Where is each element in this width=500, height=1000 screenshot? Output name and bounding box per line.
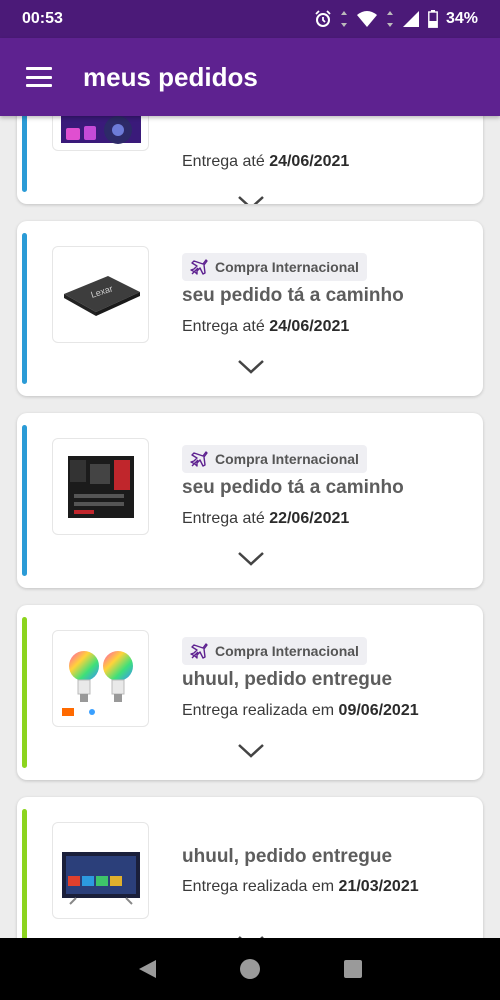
- international-badge: Compra Internacional: [182, 253, 367, 281]
- delivery-date-text: Entrega até 22/06/2021: [182, 510, 350, 527]
- status-bar-indicator: [22, 116, 27, 192]
- delivery-date-text: Entrega até 24/06/2021: [182, 153, 350, 170]
- smart-bulbs-icon: [61, 650, 133, 716]
- motherboard-icon: [67, 455, 134, 518]
- status-bar-indicator: [22, 233, 27, 384]
- international-badge: Compra Internacional: [182, 445, 367, 473]
- chevron-down-icon[interactable]: [237, 551, 265, 567]
- product-image: Lexar: [52, 246, 149, 343]
- home-icon[interactable]: [239, 958, 261, 980]
- app-bar: meus pedidos: [0, 38, 500, 116]
- wifi-icon: [356, 11, 377, 27]
- smart-tv-icon: [61, 851, 140, 905]
- airplane-icon: [190, 643, 208, 659]
- status-bar-indicator: [22, 809, 27, 938]
- chevron-down-icon[interactable]: [237, 743, 265, 759]
- product-image: [52, 630, 149, 727]
- system-nav-bar: [0, 938, 500, 1000]
- product-image: [52, 438, 149, 535]
- back-icon[interactable]: [136, 958, 158, 980]
- delivery-date-text: Entrega até 24/06/2021: [182, 318, 350, 335]
- status-bar: 00:53 34%: [0, 0, 500, 38]
- order-card[interactable]: uhuul, pedido entregue Entrega realizada…: [17, 797, 483, 938]
- battery-percent: 34%: [445, 10, 478, 27]
- status-icons: 34%: [314, 10, 478, 28]
- order-card[interactable]: Compra Internacional uhuul, pedido entre…: [17, 605, 483, 780]
- page-title: meus pedidos: [83, 61, 258, 92]
- product-image: [52, 116, 149, 151]
- battery-icon: [428, 10, 438, 28]
- airplane-icon: [190, 451, 208, 467]
- order-status: seu pedido tá a caminho: [182, 285, 404, 306]
- ssd-icon: Lexar: [63, 275, 140, 316]
- alarm-icon: [315, 10, 331, 27]
- order-card[interactable]: Compra Internacional seu pedido tá a cam…: [17, 413, 483, 588]
- data-arrows-icon: [340, 11, 347, 27]
- order-status: uhuul, pedido entregue: [182, 669, 393, 690]
- airplane-icon: [190, 259, 208, 275]
- delivery-date-text: Entrega realizada em 09/06/2021: [182, 702, 419, 719]
- signal-icon: [402, 11, 419, 27]
- status-time: 00:53: [22, 10, 63, 27]
- chevron-down-icon[interactable]: [237, 359, 265, 375]
- menu-icon[interactable]: [26, 67, 52, 87]
- status-bar-indicator: [22, 617, 27, 768]
- status-bar-indicator: [22, 425, 27, 576]
- orders-list[interactable]: Entrega até 24/06/2021 Lexar Compra Inte…: [0, 116, 500, 938]
- order-card[interactable]: Entrega até 24/06/2021: [17, 116, 483, 204]
- order-card[interactable]: Lexar Compra Internacional seu pedido tá…: [17, 221, 483, 396]
- product-image: [52, 822, 149, 919]
- order-status: seu pedido tá a caminho: [182, 477, 404, 498]
- recents-icon[interactable]: [342, 958, 364, 980]
- data-arrows-icon: [386, 11, 393, 27]
- international-badge: Compra Internacional: [182, 637, 367, 665]
- chevron-down-icon[interactable]: [237, 195, 265, 204]
- order-status: uhuul, pedido entregue: [182, 846, 393, 867]
- delivery-date-text: Entrega realizada em 21/03/2021: [182, 878, 419, 895]
- product-icon: [60, 116, 141, 144]
